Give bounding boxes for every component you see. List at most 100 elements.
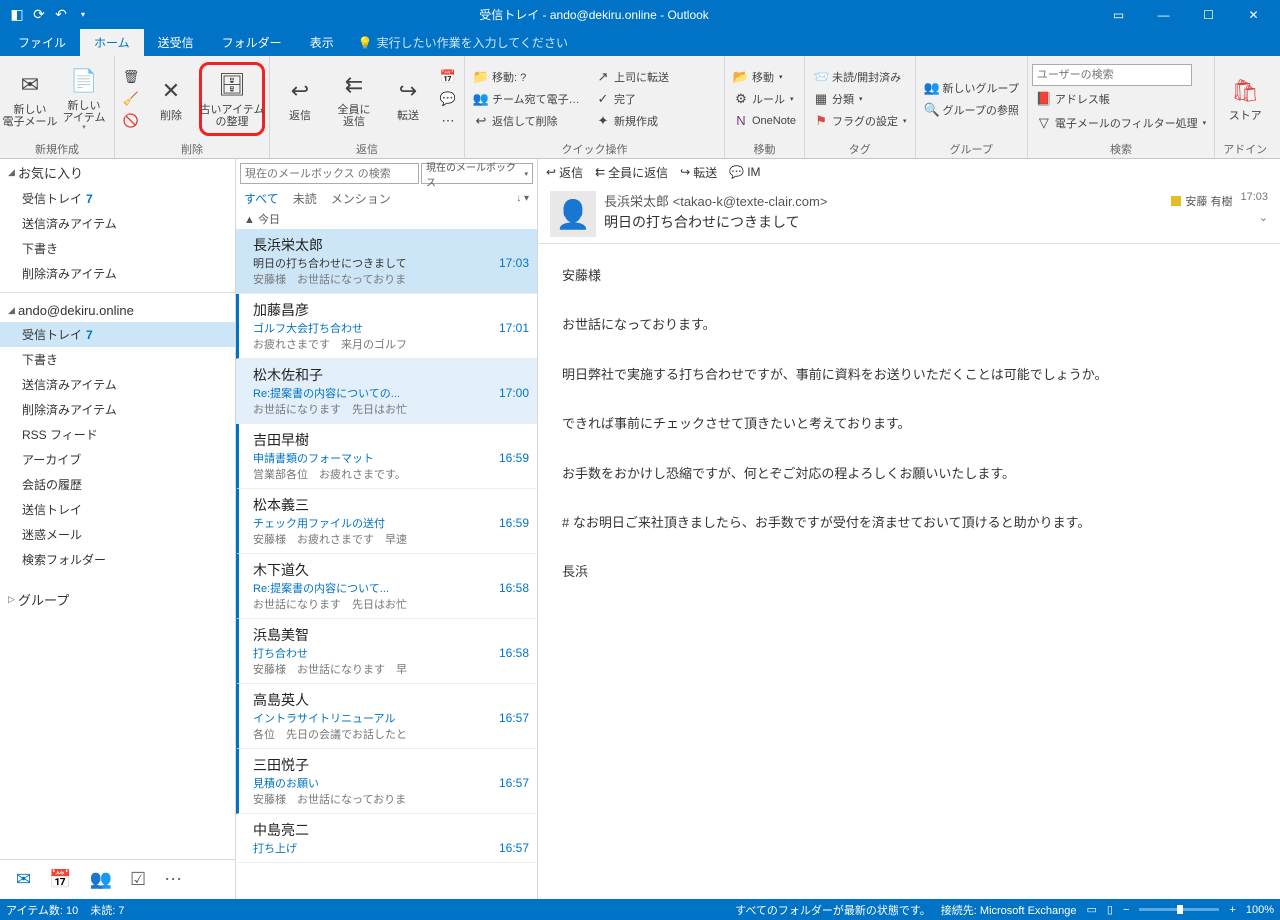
- search-scope-dropdown[interactable]: 現在のメールボックス▾: [421, 163, 533, 184]
- quickstep-move[interactable]: 📁移動: ?: [469, 66, 589, 88]
- msg-preview: お疲れさまです 来月のゴルフ: [253, 336, 529, 352]
- nav-item[interactable]: 下書き: [0, 236, 235, 261]
- tasks-view-icon[interactable]: ☑: [130, 869, 146, 890]
- tab-folder[interactable]: フォルダー: [208, 29, 296, 56]
- app-icon: ◧: [8, 6, 26, 24]
- forward-button[interactable]: ↪転送: [382, 62, 434, 136]
- quickstep-reply-delete[interactable]: ↩返信して削除: [469, 110, 589, 132]
- nav-item[interactable]: アーカイブ: [0, 447, 235, 472]
- forward-action[interactable]: ↪転送: [680, 164, 717, 181]
- message-item[interactable]: 中島亮二 打ち上げ16:57: [236, 814, 537, 863]
- rules-button[interactable]: ⚙ルール▾: [729, 88, 800, 110]
- zoom-out-button[interactable]: −: [1123, 904, 1129, 916]
- message-item[interactable]: 木下道久 Re:提案書の内容について...16:58 お世話になります 先日はお…: [236, 554, 537, 619]
- cleanup-button[interactable]: 🧹: [119, 88, 143, 110]
- reply-all-action[interactable]: ⇇全員に返信: [595, 164, 668, 181]
- new-items-button[interactable]: 📄新しい アイテム▾: [58, 62, 110, 136]
- new-group-button[interactable]: 👥新しいグループ: [920, 77, 1023, 99]
- account-header[interactable]: ◢ando@dekiru.online: [0, 299, 235, 322]
- unread-button[interactable]: 📨未読/開封済み: [809, 66, 911, 88]
- people-search-input[interactable]: [1032, 64, 1192, 86]
- reply-button[interactable]: ↩返信: [274, 62, 326, 136]
- nav-item[interactable]: 会話の履歴: [0, 472, 235, 497]
- quickstep-boss[interactable]: ↗上司に転送: [591, 66, 701, 88]
- im-action[interactable]: 💬IM: [729, 165, 760, 179]
- group-delete: 🗑 🧹 🚫 ✕削除 🗄古いアイテム の整理 削除: [115, 56, 270, 158]
- date-group-header[interactable]: ▲ 今日: [236, 209, 537, 229]
- qat-dropdown-icon[interactable]: ▾: [74, 6, 92, 24]
- message-item[interactable]: 浜島美智 打ち合わせ16:58 安藤様 お世話になります 早: [236, 619, 537, 684]
- nav-item[interactable]: RSS フィード: [0, 422, 235, 447]
- quickstep-create[interactable]: ✦新規作成: [591, 110, 701, 132]
- filter-mention[interactable]: メンション: [331, 190, 391, 207]
- nav-item[interactable]: 迷惑メール: [0, 522, 235, 547]
- move-button[interactable]: 📂移動▾: [729, 66, 800, 88]
- nav-item[interactable]: 受信トレイ7: [0, 186, 235, 211]
- im-reply-button[interactable]: 💬: [436, 88, 460, 110]
- reply-action[interactable]: ↩返信: [546, 164, 583, 181]
- qat-send-receive-icon[interactable]: ⟳: [30, 6, 48, 24]
- ribbon-display-options[interactable]: ▭: [1096, 0, 1141, 29]
- message-item[interactable]: 加藤昌彦 ゴルフ大会打ち合わせ17:01 お疲れさまです 来月のゴルフ: [236, 294, 537, 359]
- tab-send-receive[interactable]: 送受信: [144, 29, 208, 56]
- reply-all-button[interactable]: ⇇全員に 返信: [328, 62, 380, 136]
- quickstep-team[interactable]: 👥チーム宛て電子…: [469, 88, 589, 110]
- minimize-button[interactable]: —: [1141, 0, 1186, 29]
- nav-item[interactable]: 受信トレイ7: [0, 322, 235, 347]
- view-normal-icon[interactable]: ▭: [1087, 903, 1097, 916]
- nav-item[interactable]: 送信トレイ: [0, 497, 235, 522]
- groups-header[interactable]: ▷グループ: [0, 586, 235, 613]
- more-respond-button[interactable]: ⋯: [436, 110, 460, 132]
- store-button[interactable]: 🛍ストア: [1219, 62, 1271, 136]
- qat-undo-icon[interactable]: ↶: [52, 6, 70, 24]
- filter-unread[interactable]: 未読: [293, 190, 317, 207]
- new-email-button[interactable]: ✉新しい 電子メール: [4, 62, 56, 136]
- filter-email-button[interactable]: ▽電子メールのフィルター処理▾: [1032, 112, 1210, 134]
- nav-item[interactable]: 送信済みアイテム: [0, 372, 235, 397]
- flag-button[interactable]: ⚑フラグの設定▾: [809, 110, 911, 132]
- close-button[interactable]: ✕: [1231, 0, 1276, 29]
- meeting-button[interactable]: 📅: [436, 66, 460, 88]
- nav-item[interactable]: 削除済みアイテム: [0, 397, 235, 422]
- tab-home[interactable]: ホーム: [80, 29, 144, 56]
- message-item[interactable]: 松本義三 チェック用ファイルの送付16:59 安藤様 お疲れさまです 早速: [236, 489, 537, 554]
- categorize-button[interactable]: ▦分類▾: [809, 88, 911, 110]
- browse-groups-button[interactable]: 🔍グループの参照: [920, 99, 1023, 121]
- message-item[interactable]: 松木佐和子 Re:提案書の内容についての...17:00 お世話になります 先日…: [236, 359, 537, 424]
- zoom-in-button[interactable]: +: [1229, 904, 1235, 916]
- nav-item[interactable]: 送信済みアイテム: [0, 211, 235, 236]
- mail-view-icon[interactable]: ✉: [16, 869, 31, 890]
- nav-item[interactable]: 検索フォルダー: [0, 547, 235, 572]
- category-tag[interactable]: 安藤 有樹: [1171, 193, 1232, 209]
- tab-file[interactable]: ファイル: [4, 29, 80, 56]
- calendar-view-icon[interactable]: 📅: [49, 869, 71, 890]
- archive-button[interactable]: 🗄古いアイテム の整理: [199, 62, 265, 136]
- mailbox-search-input[interactable]: [240, 163, 419, 184]
- more-views-icon[interactable]: ⋯: [164, 869, 182, 890]
- message-item[interactable]: 高島英人 イントラサイトリニューアル16:57 各位 先日の会議でお話したと: [236, 684, 537, 749]
- tab-view[interactable]: 表示: [296, 29, 348, 56]
- zoom-slider[interactable]: [1139, 908, 1219, 911]
- junk-button[interactable]: 🚫: [119, 110, 143, 132]
- expand-header-icon[interactable]: ⌄: [1259, 211, 1268, 224]
- message-item[interactable]: 三田悦子 見積のお願い16:57 安藤様 お世話になっておりま: [236, 749, 537, 814]
- nav-item[interactable]: 削除済みアイテム: [0, 261, 235, 286]
- maximize-button[interactable]: ☐: [1186, 0, 1231, 29]
- chat-icon: 💬: [440, 91, 456, 107]
- people-view-icon[interactable]: 👥: [90, 869, 112, 890]
- sort-dropdown[interactable]: ↓ ▾: [516, 193, 529, 204]
- message-item[interactable]: 吉田早樹 申請書類のフォーマット16:59 営業部各位 お疲れさまです。: [236, 424, 537, 489]
- favorites-header[interactable]: ◢お気に入り: [0, 159, 235, 186]
- ignore-button[interactable]: 🗑: [119, 66, 143, 88]
- message-item[interactable]: 長浜栄太郎 明日の打ち合わせにつきまして17:03 安藤様 お世話になっておりま: [236, 229, 537, 294]
- address-book-button[interactable]: 📕アドレス帳: [1032, 88, 1210, 110]
- msg-subject: 見積のお願い: [253, 775, 319, 791]
- star-icon: ✦: [595, 113, 611, 129]
- quickstep-done[interactable]: ✓完了: [591, 88, 701, 110]
- tell-me-search[interactable]: 💡実行したい作業を入力してください: [348, 29, 578, 56]
- delete-button[interactable]: ✕削除: [145, 62, 197, 136]
- nav-item[interactable]: 下書き: [0, 347, 235, 372]
- filter-all[interactable]: すべて: [244, 190, 279, 207]
- view-reading-icon[interactable]: ▯: [1107, 903, 1113, 916]
- onenote-button[interactable]: NOneNote: [729, 110, 800, 132]
